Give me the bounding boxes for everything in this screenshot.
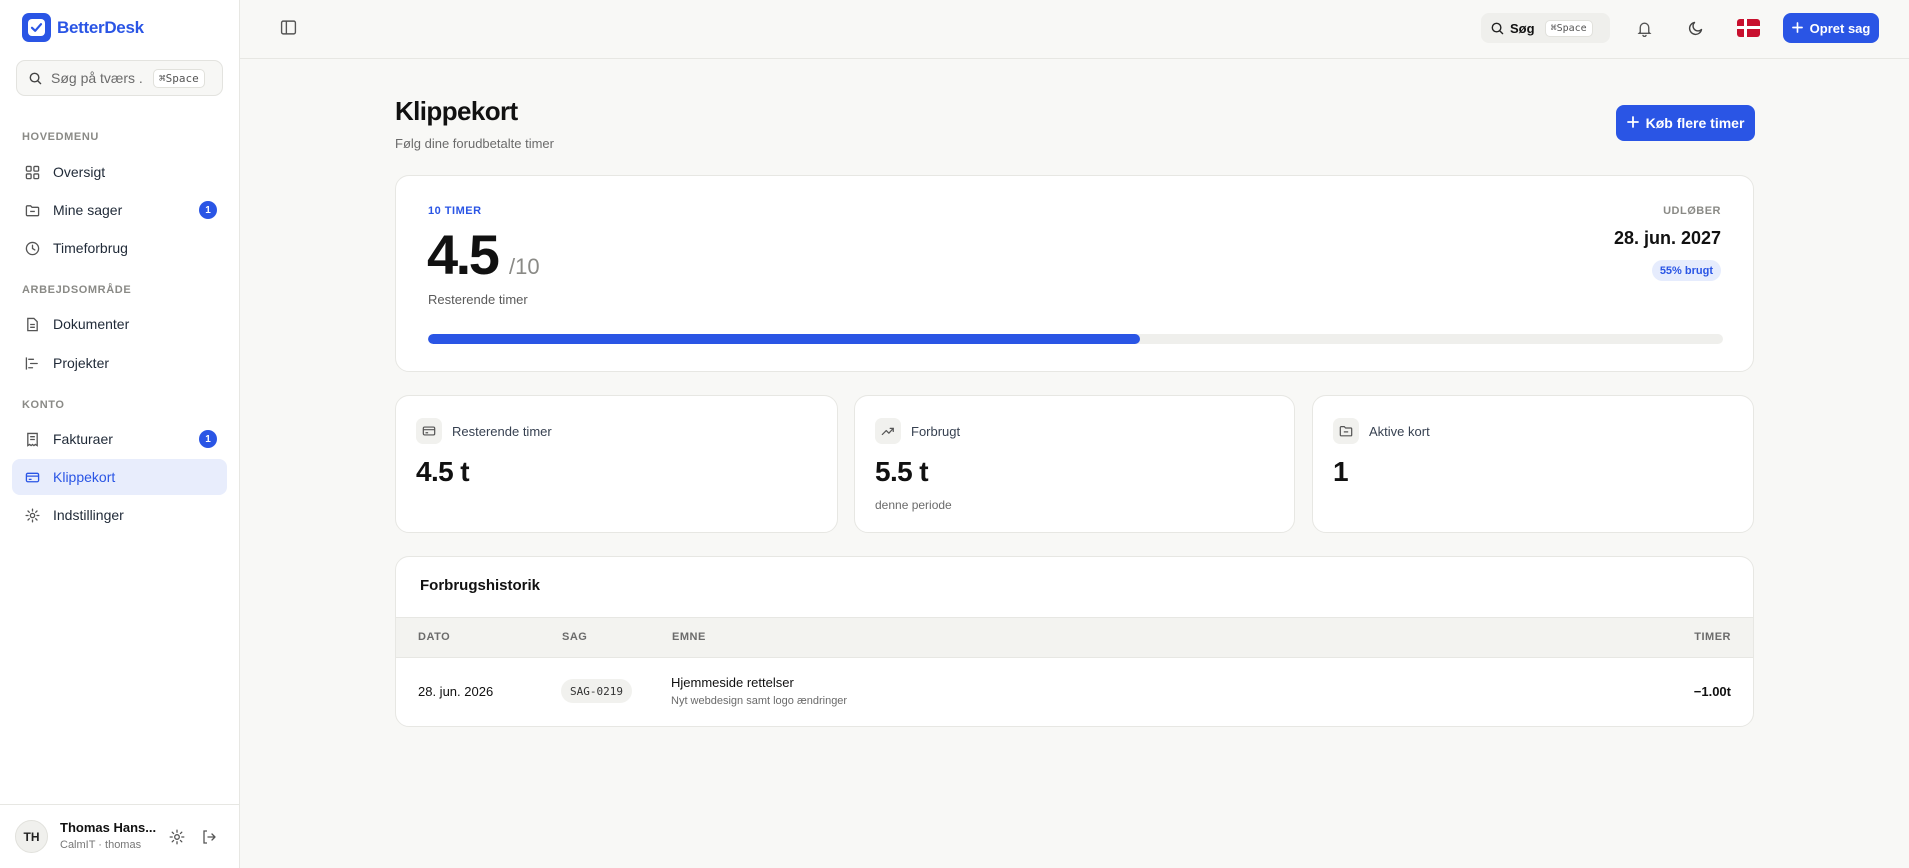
sidebar-item-projekter[interactable]: Projekter (12, 345, 227, 381)
folder-icon (1333, 418, 1359, 444)
receipt-icon (24, 431, 40, 447)
stat-value: 1 (1333, 456, 1349, 487)
section-label-workspace: ARBEJDSOMRÅDE (22, 284, 132, 296)
app-logo[interactable]: BetterDesk (22, 13, 144, 42)
row-subject: Hjemmeside rettelser (671, 675, 794, 690)
sidebar-toggle-icon[interactable] (280, 19, 298, 37)
sidebar-search-placeholder: Søg på tværs ... (51, 70, 143, 86)
stat-value: 4.5 t (416, 456, 470, 487)
sidebar-item-mine-sager[interactable]: Mine sager 1 (12, 192, 227, 228)
column-header-case: SAG (562, 631, 588, 643)
folder-icon (24, 202, 40, 218)
avatar[interactable]: TH (15, 820, 48, 853)
stat-label: Forbrugt (911, 424, 961, 439)
usage-progress-bar (428, 334, 1723, 344)
section-label-main: HOVEDMENU (22, 131, 99, 143)
sidebar-item-label: Dokumenter (53, 316, 130, 332)
buy-hours-label: Køb flere timer (1645, 115, 1745, 131)
card-icon (24, 469, 40, 485)
sidebar-search[interactable]: Søg på tværs ... ⌘Space (16, 60, 223, 96)
history-title: Forbrugshistorik (420, 577, 541, 594)
search-icon (29, 72, 42, 84)
dark-mode-moon-icon[interactable] (1685, 17, 1707, 39)
sidebar-item-label: Mine sager (53, 202, 123, 218)
sidebar-item-label: Oversigt (53, 164, 106, 180)
document-icon (24, 316, 40, 332)
usage-progress-fill (428, 334, 1141, 344)
sidebar-item-label: Indstillinger (53, 507, 124, 523)
grid-icon (24, 164, 40, 180)
sidebar-item-klippekort[interactable]: Klippekort (12, 459, 227, 495)
stat-label: Aktive kort (1369, 424, 1430, 439)
table-header: DATO SAG EMNE TIMER (396, 617, 1753, 658)
create-case-button[interactable]: Opret sag (1783, 13, 1879, 43)
create-case-label: Opret sag (1809, 20, 1871, 36)
usage-history-card: Forbrugshistorik DATO SAG EMNE TIMER 28.… (395, 556, 1754, 727)
page-subtitle: Følg dine forudbetalte timer (395, 136, 554, 151)
used-percent-badge: 55% brugt (1651, 260, 1721, 281)
stat-value: 5.5 t (875, 456, 929, 487)
buy-hours-button[interactable]: Køb flere timer (1616, 105, 1755, 141)
page-title: Klippekort (395, 96, 518, 126)
app-name: BetterDesk (57, 17, 144, 37)
logo-check-icon (22, 13, 51, 42)
punch-card-summary: 10 TIMER 4.5 /10 Resterende timer UDLØBE… (395, 175, 1754, 372)
remaining-hours-value: 4.5 (427, 223, 500, 286)
count-badge: 1 (199, 430, 217, 448)
sidebar-item-oversigt[interactable]: Oversigt (12, 154, 227, 190)
sidebar-item-dokumenter[interactable]: Dokumenter (12, 306, 227, 342)
stat-card-remaining: Resterende timer 4.5 t (395, 395, 838, 533)
sidebar-item-label: Timeforbrug (53, 240, 128, 256)
plus-icon (1626, 115, 1639, 131)
logout-icon[interactable] (201, 829, 217, 845)
stat-card-active: Aktive kort 1 (1312, 395, 1754, 533)
stat-card-used: Forbrugt 5.5 t denne periode (854, 395, 1295, 533)
gear-icon (24, 507, 40, 523)
expires-date: 28. jun. 2027 (1613, 228, 1721, 248)
row-date: 28. jun. 2026 (418, 684, 494, 699)
user-name: Thomas Hans... (60, 820, 156, 835)
column-header-date: DATO (418, 631, 451, 643)
sidebar-item-indstillinger[interactable]: Indstillinger (12, 497, 227, 533)
remaining-hours-label: Resterende timer (428, 292, 528, 307)
column-header-subject: EMNE (672, 631, 706, 643)
count-badge: 1 (199, 201, 217, 219)
language-flag-dk-icon[interactable] (1737, 19, 1760, 37)
user-bar: TH Thomas Hans... CalmIT · thomas (0, 804, 240, 868)
total-hours-value: /10 (509, 254, 540, 279)
row-hours: −1.00t (1693, 684, 1731, 699)
user-settings-gear-icon[interactable] (169, 829, 185, 845)
search-icon (1491, 22, 1504, 34)
card-icon (416, 418, 442, 444)
section-label-account: KONTO (22, 399, 65, 411)
search-shortcut: ⌘Space (153, 68, 205, 88)
stat-label: Resterende timer (452, 424, 552, 439)
plus-icon (1791, 21, 1803, 36)
top-bar: Søg ⌘Space Opret sag (240, 0, 1909, 59)
clock-icon (24, 240, 40, 256)
sidebar-item-label: Fakturaer (53, 431, 113, 447)
column-header-hours: TIMER (1694, 631, 1731, 643)
card-size-label: 10 TIMER (428, 205, 482, 217)
row-description: Nyt webdesign samt logo ændringer (671, 695, 848, 707)
sidebar-item-fakturaer[interactable]: Fakturaer 1 (12, 421, 227, 457)
sidebar-item-timeforbrug[interactable]: Timeforbrug (12, 230, 227, 266)
gantt-icon (24, 355, 40, 371)
stat-note: denne periode (875, 498, 952, 512)
header-search-button[interactable]: Søg ⌘Space (1481, 13, 1610, 43)
case-code-badge[interactable]: SAG-0219 (561, 679, 632, 703)
user-org: CalmIT · thomas (60, 839, 142, 851)
trend-up-icon (875, 418, 901, 444)
sidebar-item-label: Projekter (53, 355, 110, 371)
notification-bell-icon[interactable] (1633, 17, 1655, 39)
table-row[interactable]: 28. jun. 2026 SAG-0219 Hjemmeside rettel… (396, 659, 1753, 725)
sidebar-item-label: Klippekort (53, 469, 116, 485)
sidebar: BetterDesk Søg på tværs ... ⌘Space HOVED… (0, 0, 240, 868)
header-search-label: Søg (1510, 20, 1535, 36)
expires-label: UDLØBER (1663, 205, 1721, 217)
search-shortcut: ⌘Space (1544, 19, 1593, 37)
